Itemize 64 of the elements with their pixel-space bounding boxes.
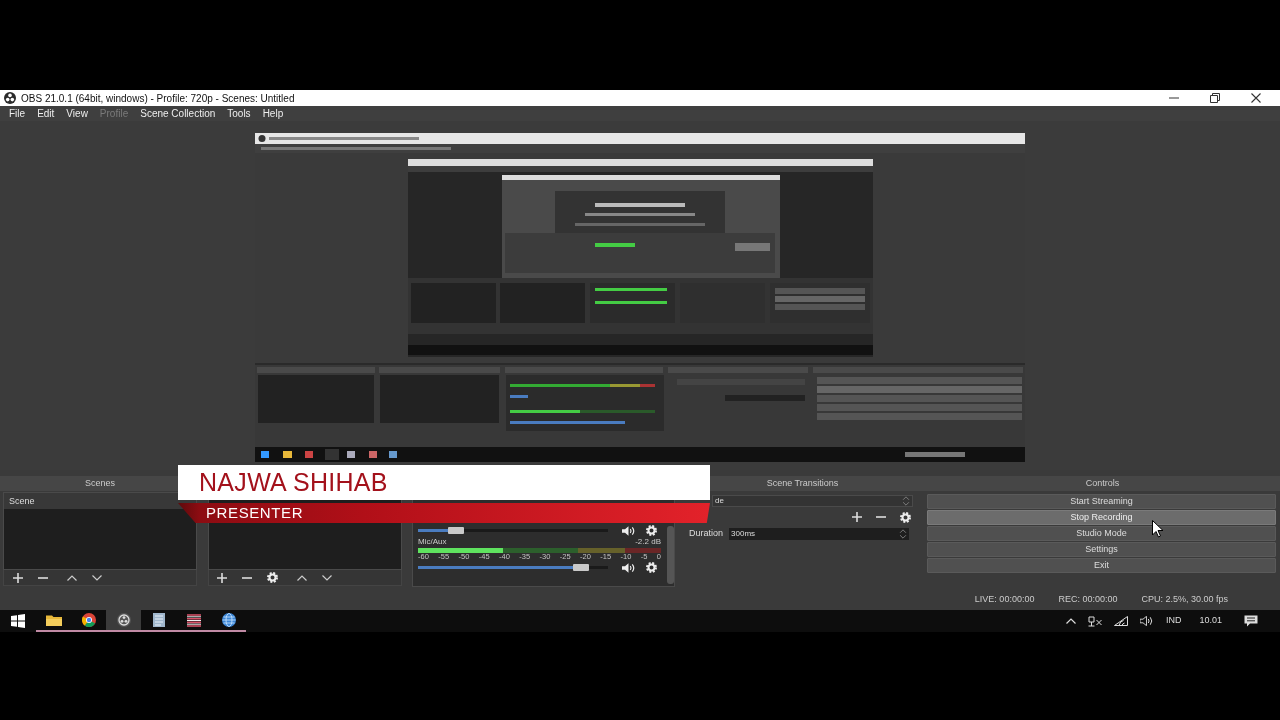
minus-icon[interactable] <box>38 576 48 579</box>
speaker-icon[interactable] <box>622 562 636 573</box>
folder-icon <box>45 614 62 626</box>
menu-item[interactable]: Scene Collection <box>134 106 222 121</box>
speaker-icon[interactable] <box>1139 616 1154 626</box>
settings-icon[interactable] <box>646 525 657 536</box>
input-language-indicator[interactable]: IND <box>1165 614 1182 628</box>
caption-role-banner: PRESENTER <box>178 503 710 523</box>
caret-up-icon[interactable] <box>297 574 307 581</box>
duration-value: 300ms <box>731 527 756 540</box>
control-button[interactable]: Exit <box>927 558 1276 573</box>
slider-handle[interactable] <box>447 527 464 534</box>
caret-up-icon[interactable] <box>1065 618 1076 624</box>
channel-name: Mic/Aux <box>418 536 447 548</box>
menu-item[interactable]: File <box>3 106 32 121</box>
spinner-arrows-icon[interactable] <box>899 528 908 539</box>
control-button[interactable]: Stop Recording <box>927 510 1276 525</box>
plus-icon[interactable] <box>852 512 862 522</box>
caret-down-icon[interactable] <box>92 574 102 581</box>
scrollbar[interactable] <box>667 526 674 584</box>
clock-text[interactable]: 10.01 <box>1199 614 1222 628</box>
slider-handle[interactable] <box>572 564 589 571</box>
recorder-icon <box>116 613 131 627</box>
menu-item[interactable]: Edit <box>31 106 61 121</box>
wifi-icon[interactable] <box>1113 616 1128 626</box>
caption-name-banner: NAJWA SHIHAB <box>178 465 710 500</box>
close-icon[interactable] <box>1251 93 1261 103</box>
control-button[interactable]: Settings <box>927 542 1276 557</box>
status-text: LIVE: 00:00:00 <box>974 593 1035 607</box>
transition-dropdown[interactable]: de <box>712 495 913 507</box>
menu-item[interactable]: Tools <box>221 106 257 121</box>
minus-icon[interactable] <box>242 576 252 579</box>
settings-icon[interactable] <box>646 562 657 573</box>
mouse-pointer-icon <box>1152 520 1164 538</box>
menu-item[interactable]: View <box>60 106 94 121</box>
browser-icon <box>81 613 96 627</box>
duration-field[interactable]: 300ms <box>729 527 910 540</box>
list-icon <box>186 613 201 627</box>
globe-icon <box>221 613 236 627</box>
control-button[interactable]: Start Streaming <box>927 494 1276 509</box>
duration-label: Duration <box>689 526 724 540</box>
control-button[interactable]: Studio Mode <box>927 526 1276 541</box>
spinner-arrows-icon[interactable] <box>902 496 910 506</box>
taskbar-button[interactable] <box>106 610 141 632</box>
plus-icon[interactable] <box>217 572 227 583</box>
transition-name: de <box>715 495 724 507</box>
start-icon[interactable] <box>11 614 25 628</box>
menu-item[interactable]: Help <box>256 106 290 121</box>
dock-title: Controls <box>925 476 1280 491</box>
window-title: OBS 21.0.1 (64bit, windows) - Profile: 720p - Scenes: Untitled <box>21 91 295 106</box>
plus-icon[interactable] <box>13 572 23 583</box>
caret-down-icon[interactable] <box>322 574 332 581</box>
status-text: CPU: 2.5%, 30.00 fps <box>1141 593 1228 607</box>
settings-icon[interactable] <box>900 511 911 523</box>
network-icon[interactable] <box>1087 615 1102 627</box>
scene-list-item[interactable]: Scene <box>4 493 196 509</box>
restore-icon[interactable] <box>1210 93 1220 103</box>
settings-icon[interactable] <box>267 572 278 583</box>
status-text: REC: 00:00:00 <box>1058 593 1118 607</box>
notification-icon[interactable] <box>1244 615 1258 627</box>
speaker-icon[interactable] <box>622 525 636 536</box>
level-reading: -2.2 dB <box>635 536 661 548</box>
caret-up-icon[interactable] <box>67 574 77 581</box>
document-icon <box>152 613 165 627</box>
